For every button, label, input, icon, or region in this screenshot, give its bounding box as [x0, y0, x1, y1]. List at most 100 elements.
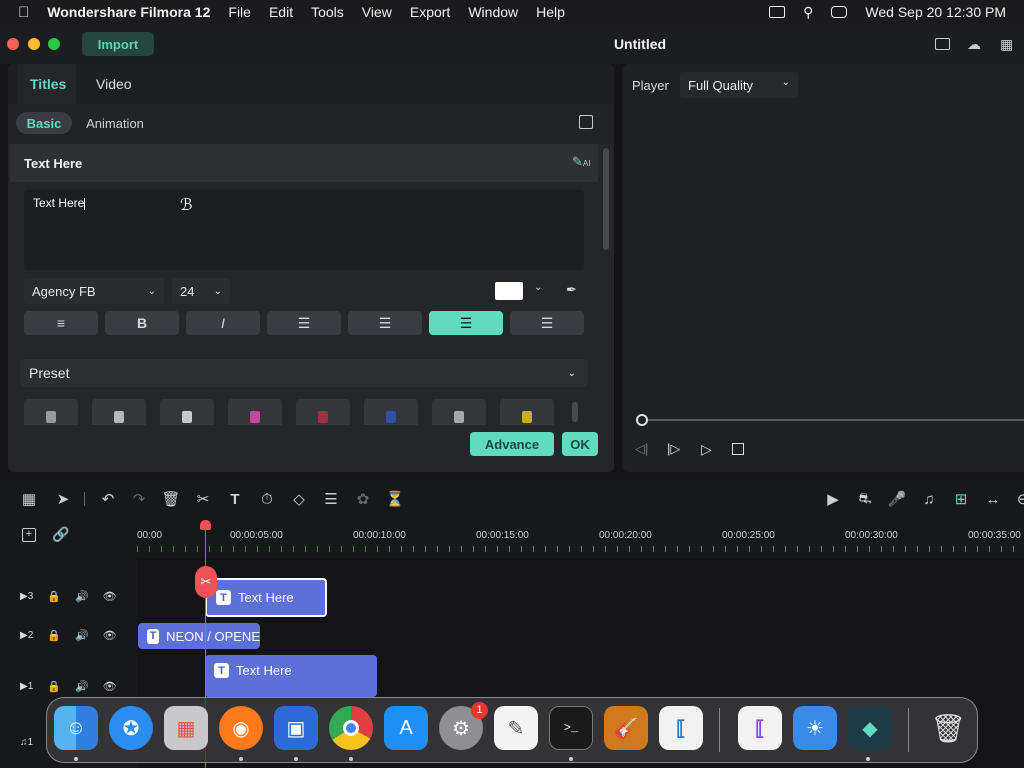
advance-button[interactable]: Advance: [470, 432, 554, 456]
audio-mixer-icon[interactable]: ♫: [920, 490, 938, 508]
align-right-button[interactable]: ☰: [510, 311, 584, 335]
menu-help[interactable]: Help: [536, 4, 565, 20]
subtab-basic[interactable]: Basic: [16, 112, 72, 134]
timeline-clip[interactable]: T NEON / OPENE: [138, 623, 260, 649]
eye-icon[interactable]: 👁: [103, 629, 117, 642]
trash-icon[interactable]: 🗑: [926, 706, 970, 750]
menu-export[interactable]: Export: [410, 4, 450, 20]
speaker-icon[interactable]: 🔊: [75, 680, 89, 693]
marker-icon[interactable]: ⛐: [856, 490, 874, 508]
preset-thumbnail[interactable]: [432, 399, 486, 425]
split-scissors-icon[interactable]: ✂: [195, 566, 217, 598]
cloud-upload-icon[interactable]: ☁: [967, 36, 981, 53]
timeline-clip[interactable]: T Text Here: [205, 578, 327, 617]
eye-icon[interactable]: 👁: [103, 680, 117, 693]
window-switcher-icon[interactable]: [769, 6, 786, 18]
adjust-sliders-icon[interactable]: ☰: [322, 490, 340, 508]
preset-thumbnail[interactable]: [24, 399, 78, 425]
line-spacing-button[interactable]: ≡: [24, 311, 98, 335]
delete-icon[interactable]: 🗑: [161, 490, 180, 508]
layout-grid-icon[interactable]: ▦: [20, 490, 38, 508]
ai-text-icon[interactable]: ✎AI: [572, 154, 590, 170]
player-scrubber-track[interactable]: [642, 419, 1024, 421]
spotlight-search-icon[interactable]: ⚲: [803, 4, 813, 21]
play-icon[interactable]: ▷: [701, 441, 712, 458]
lock-icon[interactable]: 🔒: [47, 590, 61, 603]
chevron-down-icon[interactable]: ⌄: [534, 282, 542, 293]
terminal-icon[interactable]: >_: [549, 706, 593, 750]
preset-scrollbar[interactable]: [572, 402, 578, 422]
lock-icon[interactable]: 🔒: [47, 680, 61, 693]
panel-scrollbar[interactable]: [603, 148, 609, 250]
italic-button[interactable]: I: [186, 311, 260, 335]
firefox-icon[interactable]: ◉: [219, 706, 263, 750]
fit-timeline-icon[interactable]: ↔: [984, 490, 1002, 508]
grid-menu-icon[interactable]: ▦: [1000, 36, 1013, 53]
title-text-input[interactable]: Text Here: [24, 190, 584, 270]
eyedropper-icon[interactable]: ✒: [566, 282, 577, 298]
lock-icon[interactable]: 🔒: [47, 629, 61, 642]
align-justify-button[interactable]: ☰: [267, 311, 341, 335]
preset-thumbnail[interactable]: [92, 399, 146, 425]
add-track-icon[interactable]: +: [22, 528, 36, 542]
vscode-icon[interactable]: ⟦: [659, 706, 703, 750]
text-tool-icon[interactable]: T: [226, 490, 244, 508]
redo-icon[interactable]: ↷: [130, 490, 148, 508]
player-scrubber-handle[interactable]: [636, 414, 648, 426]
ok-button[interactable]: OK: [562, 432, 598, 456]
menu-file[interactable]: File: [228, 4, 251, 20]
garageband-icon[interactable]: 🎸: [604, 706, 648, 750]
font-size-select[interactable]: 24 ⌄: [172, 278, 230, 304]
next-frame-icon[interactable]: |▷: [667, 441, 680, 457]
timeline-clip[interactable]: T Text Here: [205, 655, 377, 697]
speaker-icon[interactable]: 🔊: [75, 590, 89, 603]
bold-button[interactable]: B: [105, 311, 179, 335]
align-left-button[interactable]: ☰: [348, 311, 422, 335]
preset-select[interactable]: Preset ⌄: [20, 359, 588, 387]
select-pointer-icon[interactable]: ➤: [54, 490, 72, 508]
app-store-icon[interactable]: A: [384, 706, 428, 750]
minimize-window-button[interactable]: [28, 38, 40, 50]
speaker-icon[interactable]: 🔊: [75, 629, 89, 642]
scissors-icon[interactable]: ✂: [194, 490, 212, 508]
stop-icon[interactable]: [732, 443, 744, 455]
control-center-icon[interactable]: [831, 6, 848, 18]
finder-icon[interactable]: ☺: [54, 706, 98, 750]
align-center-button[interactable]: ☰: [429, 311, 503, 335]
apple-icon[interactable]: : [18, 4, 29, 21]
textedit-icon[interactable]: ✎: [494, 706, 538, 750]
chrome-icon[interactable]: [329, 706, 373, 750]
snap-magnet-icon[interactable]: ⊞: [952, 490, 970, 508]
preset-thumbnail[interactable]: [364, 399, 418, 425]
tab-video[interactable]: Video: [96, 76, 132, 92]
previous-frame-icon[interactable]: ◁|: [635, 441, 648, 457]
eye-icon[interactable]: 👁: [103, 590, 117, 603]
quality-select[interactable]: Full Quality ⌄: [680, 72, 798, 98]
font-family-select[interactable]: Agency FB ⌄: [24, 278, 164, 304]
menu-window[interactable]: Window: [468, 4, 518, 20]
audio-stretch-icon[interactable]: ⏳: [386, 490, 405, 508]
safari-icon[interactable]: ✪: [109, 706, 153, 750]
tab-titles[interactable]: Titles: [30, 76, 66, 92]
import-button[interactable]: Import: [82, 32, 154, 56]
keyframe-icon[interactable]: ◇: [290, 490, 308, 508]
visual-studio-icon[interactable]: ⟦: [738, 706, 782, 750]
speed-timer-icon[interactable]: ⏱: [258, 490, 276, 508]
clock-datetime[interactable]: Wed Sep 20 12:30 PM: [865, 4, 1006, 20]
remote-desktop-icon[interactable]: ▣: [274, 706, 318, 750]
save-preset-icon[interactable]: [579, 115, 593, 129]
zoom-out-icon[interactable]: ⊖: [1014, 490, 1024, 508]
preset-thumbnail[interactable]: [500, 399, 554, 425]
launchpad-icon[interactable]: ▦: [164, 706, 208, 750]
zoom-window-button[interactable]: [48, 38, 60, 50]
preset-thumbnail[interactable]: [160, 399, 214, 425]
render-preview-icon[interactable]: ▶: [824, 490, 842, 508]
link-icon[interactable]: 🔗: [52, 526, 69, 543]
filmora-icon[interactable]: ◆: [848, 706, 892, 750]
menu-edit[interactable]: Edit: [269, 4, 293, 20]
weather-icon[interactable]: ☀: [793, 706, 837, 750]
preset-thumbnail[interactable]: [296, 399, 350, 425]
menu-view[interactable]: View: [362, 4, 392, 20]
subtab-animation[interactable]: Animation: [82, 112, 148, 134]
menu-tools[interactable]: Tools: [311, 4, 344, 20]
